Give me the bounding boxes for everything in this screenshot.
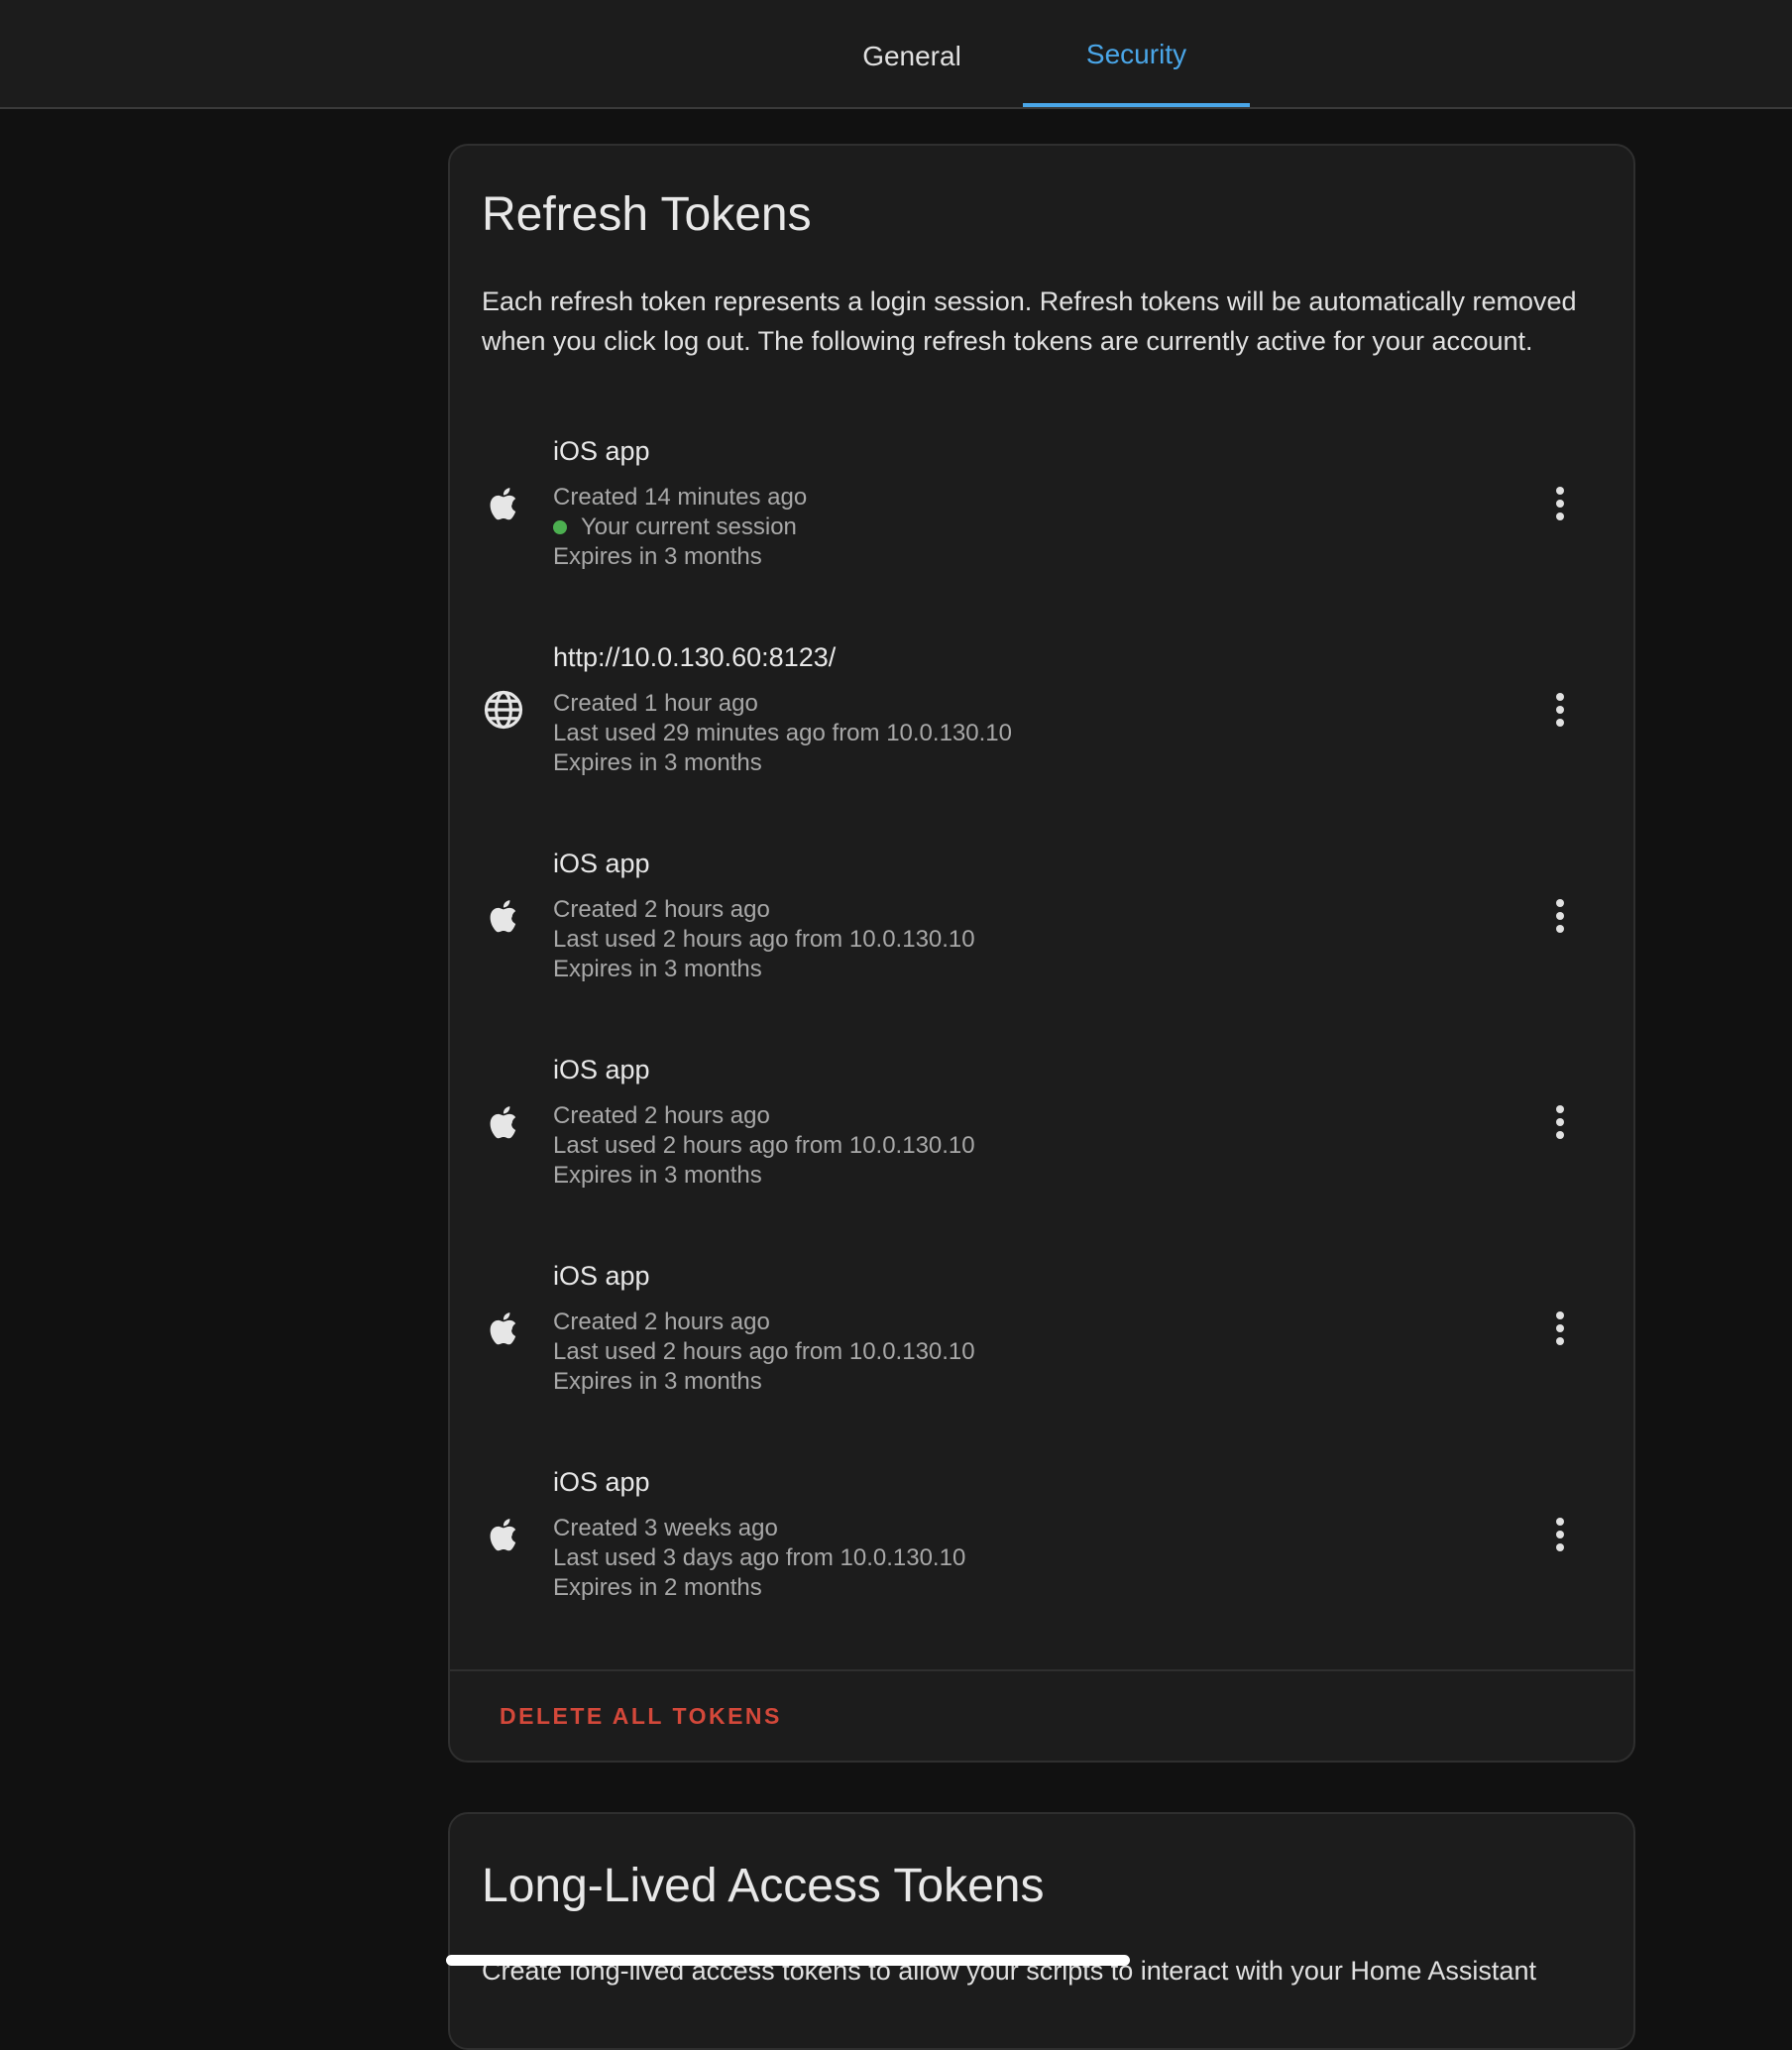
session-status-dot — [553, 520, 567, 534]
token-menu-button[interactable] — [1536, 888, 1584, 944]
token-details: Created 2 hours ago Last used 2 hours ag… — [553, 1308, 975, 1397]
tab-security[interactable]: Security — [1023, 0, 1250, 109]
top-tab-bar: General Security — [0, 0, 1792, 109]
token-current-session: Your current session — [553, 512, 807, 542]
token-last-used: Last used 3 days ago from 10.0.130.10 — [553, 1544, 966, 1571]
token-details: Created 14 minutes ago Your current sess… — [553, 483, 807, 572]
token-created: Created 2 hours ago — [553, 1102, 770, 1129]
current-session-label: Your current session — [581, 513, 797, 540]
delete-all-tokens-button[interactable]: DELETE ALL TOKENS — [482, 1684, 800, 1748]
token-last-used: Last used 2 hours ago from 10.0.130.10 — [553, 1132, 975, 1159]
token-name: iOS app — [553, 1261, 650, 1291]
refresh-tokens-card: Refresh Tokens Each refresh token repres… — [448, 144, 1635, 1763]
dots-vertical-icon — [1556, 487, 1564, 495]
refresh-tokens-description: Each refresh token represents a login se… — [482, 286, 1577, 356]
token-name: iOS app — [553, 849, 650, 878]
globe-icon — [482, 688, 525, 732]
token-details: Created 2 hours ago Last used 2 hours ag… — [553, 895, 975, 984]
token-menu-button[interactable] — [1536, 476, 1584, 531]
token-details: Created 2 hours ago Last used 2 hours ag… — [553, 1101, 975, 1191]
active-tab-indicator — [1023, 103, 1250, 107]
token-name: iOS app — [553, 1467, 650, 1497]
apple-icon — [482, 1307, 525, 1350]
dots-vertical-icon — [1556, 1311, 1564, 1319]
token-expires: Expires in 3 months — [553, 543, 762, 570]
token-menu-button[interactable] — [1536, 1094, 1584, 1150]
token-item: iOS app Created 2 hours ago Last used 2 … — [450, 1055, 1633, 1233]
token-details: Created 3 weeks ago Last used 3 days ago… — [553, 1514, 965, 1603]
token-expires: Expires in 3 months — [553, 956, 762, 982]
token-expires: Expires in 3 months — [553, 1368, 762, 1395]
apple-icon — [482, 894, 525, 938]
token-created: Created 14 minutes ago — [553, 484, 808, 511]
dots-vertical-icon — [1556, 1105, 1564, 1113]
token-expires: Expires in 2 months — [553, 1574, 762, 1601]
token-menu-button[interactable] — [1536, 1507, 1584, 1562]
token-last-used: Last used 2 hours ago from 10.0.130.10 — [553, 926, 975, 953]
token-expires: Expires in 3 months — [553, 1162, 762, 1189]
apple-icon — [482, 482, 525, 525]
token-created: Created 3 weeks ago — [553, 1515, 778, 1541]
long-lived-tokens-card: Long-Lived Access Tokens Create long-liv… — [448, 1812, 1635, 2050]
token-item: iOS app Created 2 hours ago Last used 2 … — [450, 849, 1633, 1027]
apple-icon — [482, 1513, 525, 1556]
dots-vertical-icon — [1556, 1518, 1564, 1526]
token-menu-button[interactable] — [1536, 682, 1584, 738]
token-name: http://10.0.130.60:8123/ — [553, 642, 837, 672]
token-item: http://10.0.130.60:8123/ Created 1 hour … — [450, 642, 1633, 821]
dots-vertical-icon — [1556, 899, 1564, 907]
dots-vertical-icon — [1556, 693, 1564, 701]
home-indicator-bar — [446, 1955, 1130, 1966]
token-item: iOS app Created 3 weeks ago Last used 3 … — [450, 1467, 1633, 1646]
token-created: Created 2 hours ago — [553, 896, 770, 923]
tab-general[interactable]: General — [813, 2, 1011, 111]
token-created: Created 1 hour ago — [553, 690, 758, 717]
token-expires: Expires in 3 months — [553, 749, 762, 776]
token-menu-button[interactable] — [1536, 1301, 1584, 1356]
token-last-used: Last used 29 minutes ago from 10.0.130.1… — [553, 720, 1012, 746]
token-name: iOS app — [553, 1055, 650, 1084]
token-created: Created 2 hours ago — [553, 1309, 770, 1335]
token-last-used: Last used 2 hours ago from 10.0.130.10 — [553, 1338, 975, 1365]
apple-icon — [482, 1100, 525, 1144]
card-actions-divider — [450, 1669, 1633, 1671]
token-name: iOS app — [553, 436, 650, 466]
refresh-tokens-title: Refresh Tokens — [482, 188, 812, 241]
long-lived-tokens-title: Long-Lived Access Tokens — [482, 1860, 1045, 1912]
token-item: iOS app Created 2 hours ago Last used 2 … — [450, 1261, 1633, 1439]
token-item: iOS app Created 14 minutes ago Your curr… — [450, 436, 1633, 615]
token-details: Created 1 hour ago Last used 29 minutes … — [553, 689, 1012, 778]
